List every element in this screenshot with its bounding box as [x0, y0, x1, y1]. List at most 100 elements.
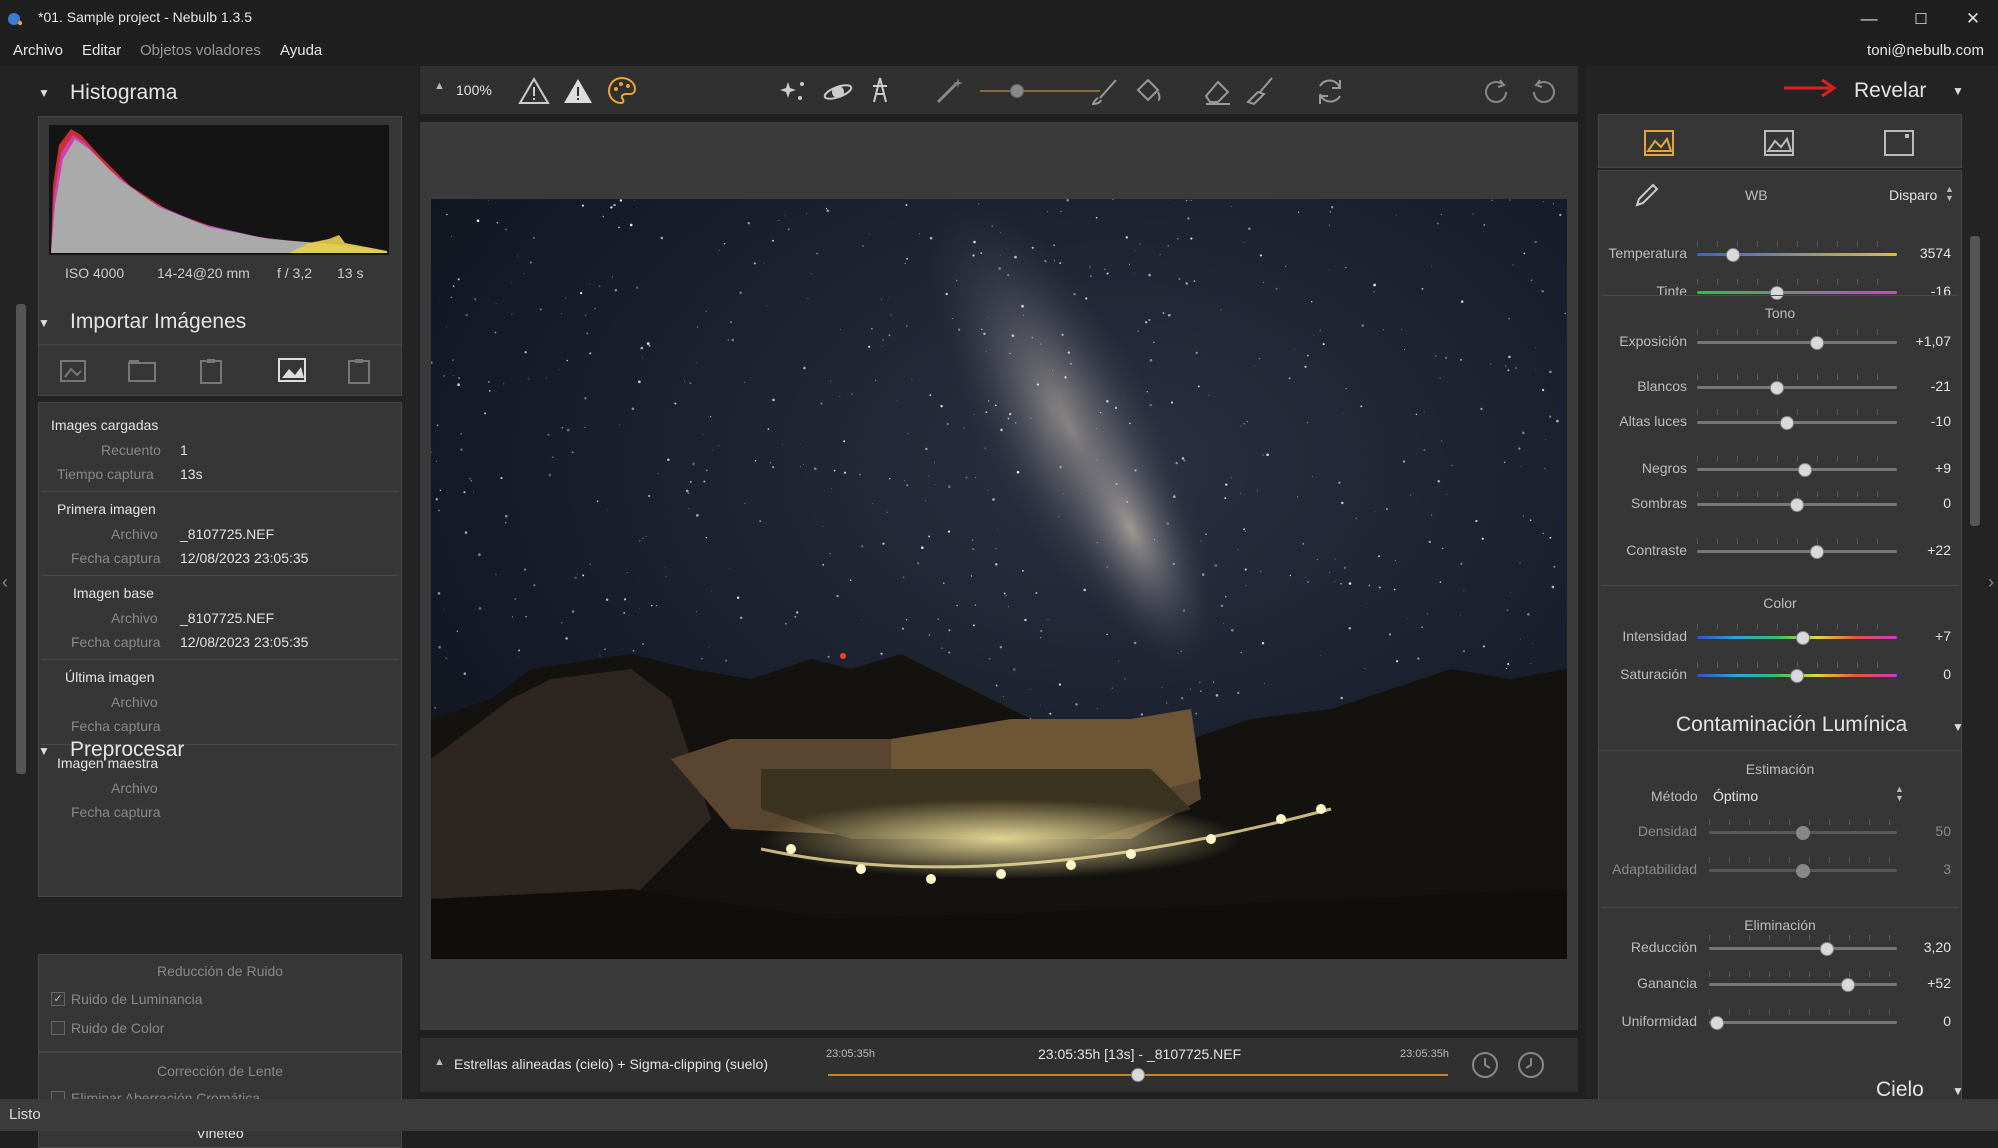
- close-button[interactable]: ✕: [1944, 0, 1998, 37]
- timeline-knob[interactable]: [1131, 1068, 1145, 1082]
- chevron-left-icon[interactable]: ‹: [2, 572, 8, 593]
- histogram-title[interactable]: Histograma: [70, 81, 177, 105]
- menu-ayuda[interactable]: Ayuda: [280, 42, 322, 59]
- planet-icon[interactable]: [822, 76, 854, 106]
- magic-wand-icon[interactable]: [934, 76, 966, 106]
- user-account[interactable]: toni@nebulb.com: [1867, 42, 1984, 59]
- gain-label: Ganancia: [1637, 975, 1697, 991]
- temperature-value: 3574: [1919, 245, 1951, 261]
- brush-icon[interactable]: [1090, 76, 1122, 106]
- light-pollution-title[interactable]: Contaminación Lumínica: [1676, 713, 1907, 737]
- refresh-icon[interactable]: [1314, 76, 1346, 106]
- zoom-level[interactable]: 100%: [456, 82, 492, 98]
- eraser-icon[interactable]: [1202, 76, 1234, 106]
- exposure-slider[interactable]: [1697, 341, 1897, 344]
- color-noise-checkbox[interactable]: [51, 1021, 65, 1035]
- crop-frame-icon[interactable]: [1883, 129, 1915, 157]
- menu-objetos-voladores[interactable]: Objetos voladores: [140, 42, 261, 59]
- collapse-triangle-icon[interactable]: ▼: [1952, 84, 1964, 98]
- warning-outline-icon[interactable]: [518, 76, 550, 106]
- base-image-icon[interactable]: [277, 355, 309, 385]
- whites-label: Blancos: [1637, 378, 1687, 394]
- highlights-slider[interactable]: [1697, 421, 1897, 424]
- clear-brush-icon[interactable]: [1244, 76, 1276, 106]
- import-images-icon[interactable]: [59, 357, 91, 385]
- method-stepper-icon[interactable]: ▲ ▼: [1895, 785, 1904, 803]
- reduction-value: 3,20: [1923, 939, 1951, 955]
- whites-knob[interactable]: [1770, 381, 1784, 395]
- density-knob[interactable]: [1796, 826, 1810, 840]
- menu-editar[interactable]: Editar: [82, 42, 121, 59]
- luminance-noise-checkbox[interactable]: ✓: [51, 992, 65, 1006]
- whites-slider[interactable]: [1697, 386, 1897, 389]
- tint-knob[interactable]: [1770, 286, 1784, 300]
- saturation-ticks: [1697, 662, 1897, 668]
- contrast-slider[interactable]: [1697, 550, 1897, 553]
- app-icon: [8, 13, 22, 26]
- tower-icon[interactable]: [864, 74, 896, 106]
- gain-slider[interactable]: [1709, 983, 1897, 986]
- temperature-knob[interactable]: [1726, 248, 1740, 262]
- chevron-right-icon[interactable]: ›: [1988, 572, 1994, 593]
- fill-bucket-icon[interactable]: [1132, 76, 1164, 106]
- adaptability-knob[interactable]: [1796, 864, 1810, 878]
- tint-value: -16: [1930, 283, 1951, 299]
- clock-forward-icon[interactable]: [1470, 1050, 1500, 1080]
- adaptability-value: 3: [1943, 861, 1951, 877]
- gain-knob[interactable]: [1841, 978, 1856, 992]
- brush-size-knob[interactable]: [1010, 84, 1024, 98]
- import-title[interactable]: Importar Imágenes: [70, 310, 246, 334]
- master-image-icon[interactable]: [345, 357, 377, 385]
- window-title: *01. Sample project - Nebulb 1.3.5: [38, 9, 253, 25]
- night-sky-photo[interactable]: [431, 199, 1567, 959]
- warning-filled-icon[interactable]: [562, 76, 594, 106]
- brush-size-slider[interactable]: [980, 90, 1100, 92]
- intensity-knob[interactable]: [1796, 631, 1810, 645]
- palette-icon[interactable]: [606, 75, 638, 107]
- redo-icon[interactable]: [1482, 76, 1514, 106]
- collapse-triangle-icon[interactable]: ▼: [38, 744, 50, 758]
- clock-history-icon[interactable]: [1516, 1050, 1546, 1080]
- eyedropper-icon[interactable]: [1629, 181, 1659, 211]
- tint-slider[interactable]: [1697, 291, 1897, 294]
- wb-mode-stepper-icon[interactable]: ▲ ▼: [1945, 185, 1954, 203]
- histogram-iso: ISO 4000: [65, 265, 125, 281]
- stars-icon[interactable]: [778, 76, 810, 106]
- reveal-title[interactable]: Revelar: [1854, 79, 1926, 103]
- mode-stepper-icon[interactable]: ▲: [434, 1056, 445, 1068]
- temperature-label: Temperatura: [1608, 245, 1687, 261]
- reveal-mode-tabs: [1598, 114, 1962, 168]
- collapse-triangle-icon[interactable]: ▼: [1952, 1084, 1964, 1098]
- import-folder-icon[interactable]: [127, 357, 159, 385]
- collapse-triangle-icon[interactable]: ▼: [38, 316, 50, 330]
- uniformity-label: Uniformidad: [1621, 1013, 1697, 1029]
- wb-mode-select[interactable]: Disparo: [1889, 187, 1937, 203]
- collapse-triangle-icon[interactable]: ▼: [1952, 720, 1964, 734]
- uniformity-slider[interactable]: [1709, 1021, 1897, 1024]
- saturation-knob[interactable]: [1790, 669, 1804, 683]
- density-label: Densidad: [1637, 823, 1697, 839]
- left-scrollbar[interactable]: [16, 304, 26, 774]
- menu-archivo[interactable]: Archivo: [13, 42, 63, 59]
- blacks-knob[interactable]: [1798, 463, 1812, 477]
- contrast-knob[interactable]: [1810, 545, 1824, 559]
- highlights-knob[interactable]: [1780, 416, 1794, 430]
- collapse-triangle-icon[interactable]: ▼: [38, 86, 50, 100]
- preprocess-title[interactable]: Preprocesar: [70, 738, 184, 762]
- reduction-knob[interactable]: [1820, 942, 1835, 956]
- maximize-button[interactable]: ☐: [1892, 0, 1950, 37]
- blacks-slider[interactable]: [1697, 468, 1897, 471]
- zoom-stepper-icon[interactable]: ▲: [434, 80, 445, 92]
- shadows-knob[interactable]: [1790, 498, 1804, 512]
- reduction-slider[interactable]: [1709, 947, 1897, 950]
- image-color-icon[interactable]: [1643, 129, 1675, 157]
- undo-icon[interactable]: [1526, 76, 1558, 106]
- method-select[interactable]: Óptimo: [1713, 788, 1758, 804]
- uniformity-knob[interactable]: [1709, 1016, 1724, 1030]
- minimize-button[interactable]: —: [1840, 0, 1898, 37]
- image-tone-icon[interactable]: [1763, 129, 1795, 157]
- stacking-mode[interactable]: Estrellas alineadas (cielo) + Sigma-clip…: [454, 1056, 768, 1072]
- right-scrollbar[interactable]: [1970, 236, 1980, 526]
- exposure-knob[interactable]: [1810, 336, 1824, 350]
- import-clipboard-icon[interactable]: [197, 357, 229, 385]
